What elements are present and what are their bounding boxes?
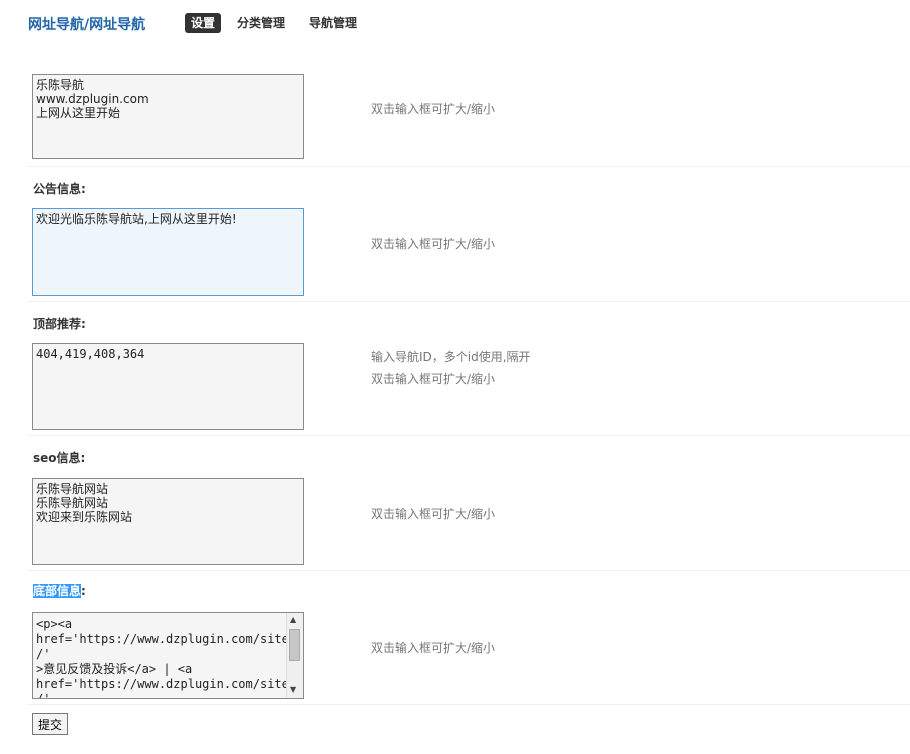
notice-textarea[interactable]: 欢迎光临乐陈导航站,上网从这里开始! bbox=[32, 208, 304, 296]
textarea-scrollbar[interactable]: ▲ ▼ bbox=[286, 613, 303, 698]
plugin-title[interactable]: 网址导航/网址导航 bbox=[28, 14, 145, 34]
seo-label: seo信息: bbox=[33, 451, 86, 465]
scroll-down-icon[interactable]: ▼ bbox=[290, 685, 296, 694]
notice-label: 公告信息: bbox=[33, 182, 86, 196]
footer-textarea-container: <p><a href='https://www.dzplugin.com/sit… bbox=[32, 612, 304, 699]
row-divider bbox=[28, 435, 910, 436]
tab-settings[interactable]: 设置 bbox=[185, 13, 222, 33]
field-hint: 双击输入框可扩大/缩小 bbox=[371, 372, 496, 386]
tab-nav-management[interactable]: 导航管理 bbox=[309, 14, 357, 31]
field-hint-ids: 输入导航ID，多个id使用,隔开 bbox=[371, 350, 531, 364]
scrollbar-thumb[interactable] bbox=[289, 629, 300, 661]
row-divider bbox=[28, 301, 910, 302]
seo-textarea[interactable]: 乐陈导航网站 乐陈导航网站 欢迎来到乐陈网站 bbox=[32, 478, 304, 565]
top-recommend-label: 顶部推荐: bbox=[33, 317, 86, 331]
tab-category-management[interactable]: 分类管理 bbox=[237, 14, 285, 31]
row-divider bbox=[28, 570, 910, 571]
top-recommend-textarea[interactable]: 404,419,408,364 bbox=[32, 343, 304, 430]
field-hint: 双击输入框可扩大/缩小 bbox=[371, 507, 496, 521]
footer-info-label: 底部信息: bbox=[33, 582, 86, 599]
footer-info-label-highlight: 底部信息 bbox=[33, 584, 82, 598]
field-hint: 双击输入框可扩大/缩小 bbox=[371, 237, 496, 251]
row-divider bbox=[28, 704, 910, 705]
field-hint: 双击输入框可扩大/缩小 bbox=[371, 102, 496, 116]
field-hint: 双击输入框可扩大/缩小 bbox=[371, 641, 496, 655]
row-divider bbox=[28, 166, 910, 167]
scroll-up-icon[interactable]: ▲ bbox=[290, 615, 296, 624]
top-header: 网址导航/网址导航 设置 分类管理 导航管理 bbox=[0, 0, 910, 46]
footer-info-textarea[interactable]: <p><a href='https://www.dzplugin.com/sit… bbox=[33, 613, 293, 698]
footer-info-label-colon: : bbox=[81, 584, 86, 598]
submit-button[interactable]: 提交 bbox=[32, 713, 69, 735]
title-display-textarea[interactable]: 乐陈导航 www.dzplugin.com 上网从这里开始 bbox=[32, 74, 304, 159]
